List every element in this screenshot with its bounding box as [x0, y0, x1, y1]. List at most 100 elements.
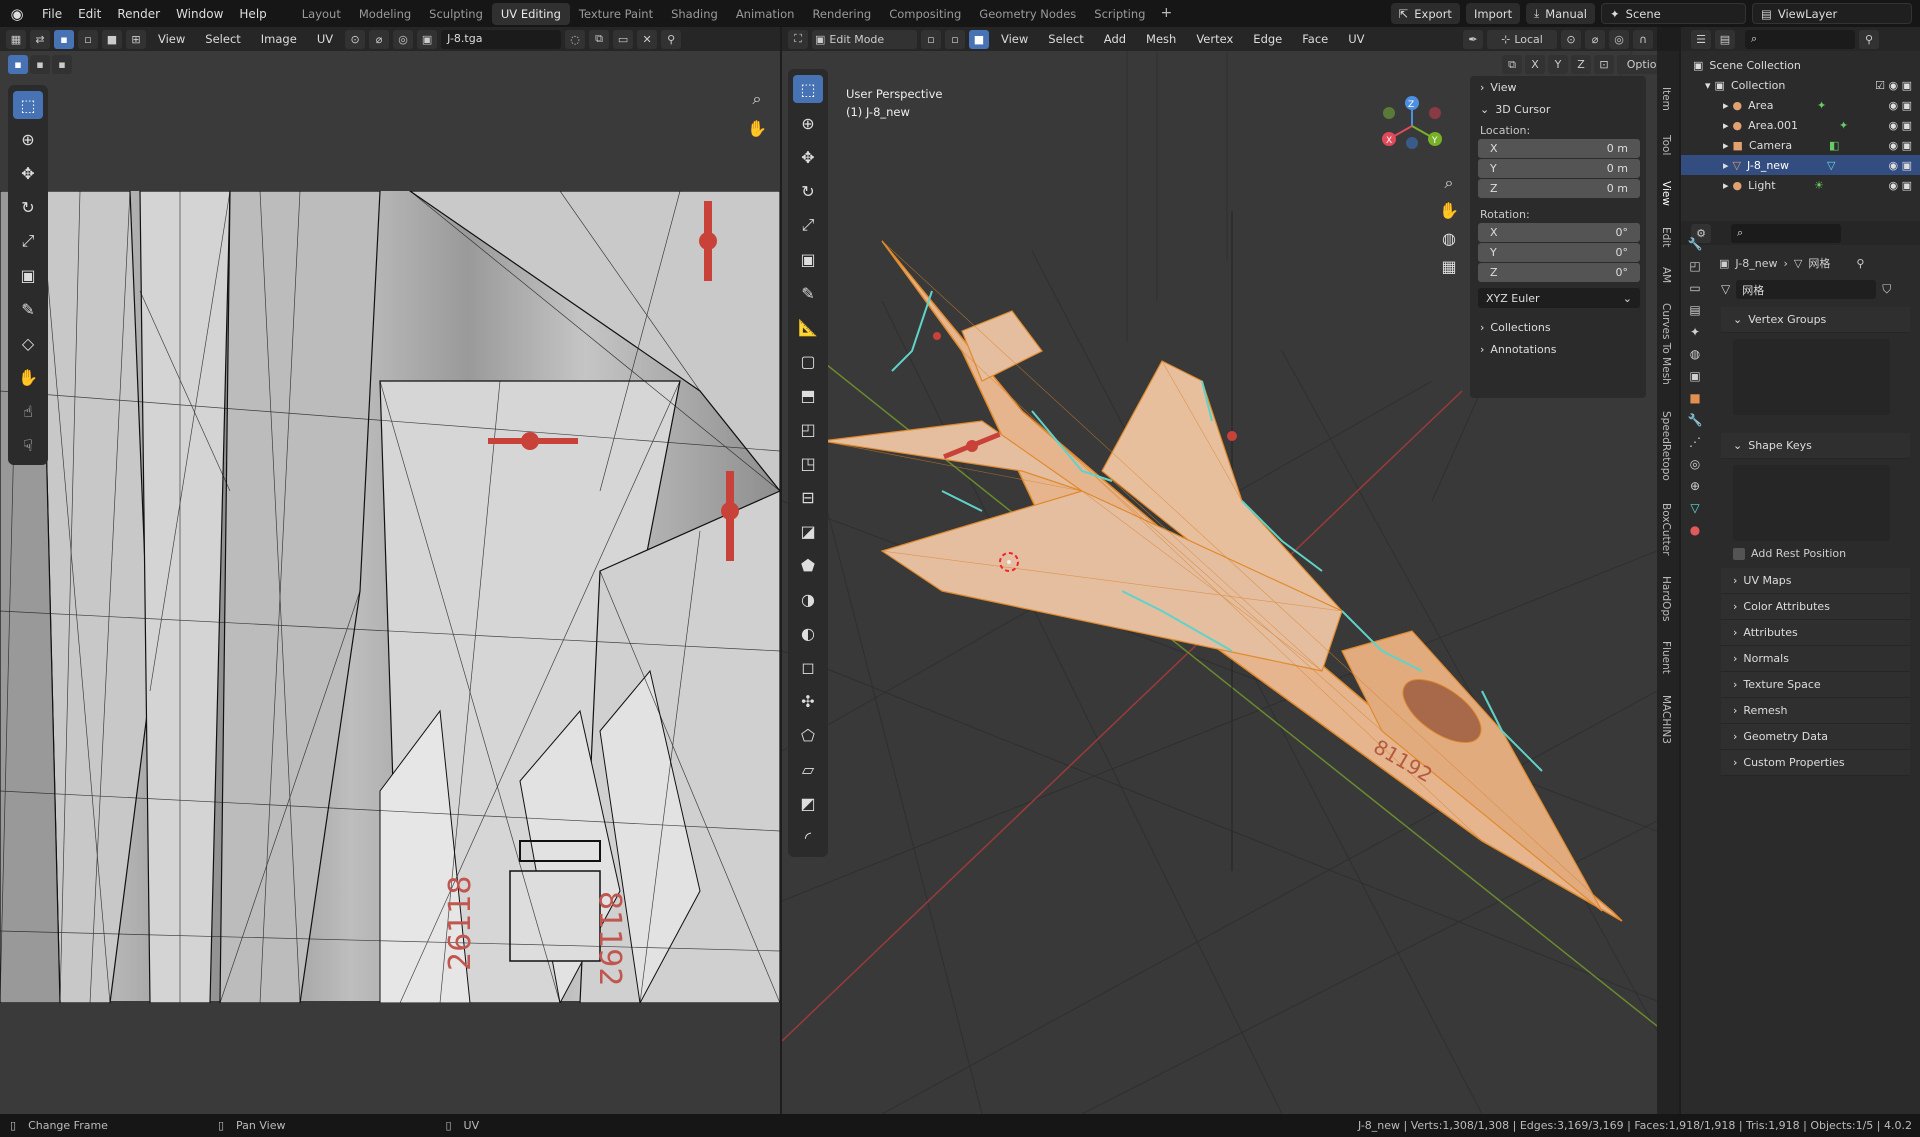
- custom-properties-header[interactable]: › Custom Properties: [1721, 750, 1910, 776]
- vertex-mode-icon[interactable]: ▫: [921, 29, 941, 49]
- select-box-tool-icon[interactable]: ⬚: [13, 91, 43, 119]
- vp-transform-icon[interactable]: ▣: [793, 245, 823, 273]
- vp-knife-icon[interactable]: ◪: [793, 517, 823, 545]
- relax-tool-icon[interactable]: ☝: [13, 397, 43, 425]
- zoom-icon[interactable]: ⌕: [746, 89, 768, 111]
- visibility-icons[interactable]: ◉ ▣: [1889, 139, 1913, 152]
- mirror-y-button[interactable]: Y: [1548, 55, 1568, 74]
- location-y-field[interactable]: Y 0 m: [1478, 159, 1640, 178]
- vp-menu-edge[interactable]: Edge: [1245, 32, 1290, 46]
- vp-annotate-icon[interactable]: ✎: [793, 279, 823, 307]
- vp-smooth-icon[interactable]: ◐: [793, 619, 823, 647]
- vp-grid-icon[interactable]: ▦: [1438, 257, 1460, 279]
- filter-icon[interactable]: ⚲: [1859, 29, 1879, 49]
- menu-render[interactable]: Render: [109, 7, 168, 21]
- tool-tab-icon[interactable]: 🔧: [1688, 237, 1703, 251]
- uv-menu-uv[interactable]: UV: [309, 32, 341, 46]
- export-button[interactable]: ⇱ Export: [1390, 3, 1460, 24]
- vp-scale-icon[interactable]: ⤢: [793, 211, 823, 239]
- viewport-editor-type-icon[interactable]: ⛶: [788, 29, 808, 49]
- fake-user-shield-icon[interactable]: ⛉: [1882, 282, 1891, 297]
- fake-user-icon[interactable]: ◌: [565, 29, 586, 49]
- sticky-select-icon[interactable]: ⊞: [126, 29, 146, 49]
- add-rest-position-checkbox[interactable]: [1733, 547, 1745, 560]
- location-z-field[interactable]: Z 0 m: [1478, 179, 1640, 198]
- vp-edge-slide-icon[interactable]: ◻: [793, 653, 823, 681]
- vp-menu-mesh[interactable]: Mesh: [1138, 32, 1184, 46]
- outliner-item-area-001[interactable]: ▸ ● Area.001 ✦ ◉ ▣: [1681, 115, 1920, 135]
- uv-menu-select[interactable]: Select: [197, 32, 248, 46]
- color-attributes-header[interactable]: › Color Attributes: [1721, 594, 1910, 620]
- import-button[interactable]: Import: [1465, 3, 1521, 24]
- proportional-edit-icon[interactable]: ◎: [393, 29, 414, 49]
- vp-rip-icon[interactable]: ▱: [793, 755, 823, 783]
- vp-measure-icon[interactable]: 📐: [793, 313, 823, 341]
- grab-tool-icon[interactable]: ✋: [13, 363, 43, 391]
- image-browse-icon[interactable]: ▣: [417, 29, 438, 49]
- menu-window[interactable]: Window: [168, 7, 231, 21]
- remesh-header[interactable]: › Remesh: [1721, 698, 1910, 724]
- cursor-panel-header[interactable]: ⌄ 3D Cursor: [1470, 98, 1646, 120]
- annotate-tool-icon[interactable]: ✎: [13, 295, 43, 323]
- edge-select-mode-icon[interactable]: ▫: [78, 29, 98, 49]
- outliner-item-area[interactable]: ▸ ● Area ✦ ◉ ▣: [1681, 95, 1920, 115]
- cursor-tool-icon[interactable]: ⊕: [13, 125, 43, 153]
- vp-menu-uv[interactable]: UV: [1340, 32, 1372, 46]
- outliner-type-icon[interactable]: ☰: [1691, 29, 1711, 49]
- visibility-icons[interactable]: ◉ ▣: [1889, 159, 1913, 172]
- attributes-header[interactable]: › Attributes: [1721, 620, 1910, 646]
- mirror-options-icon[interactable]: ⧉: [1502, 55, 1522, 74]
- tab-scripting[interactable]: Scripting: [1085, 3, 1154, 25]
- vp-poly-build-icon[interactable]: ⬟: [793, 551, 823, 579]
- output-tab-icon[interactable]: ▭: [1689, 281, 1700, 295]
- tab-am[interactable]: AM: [1660, 267, 1672, 283]
- tab-view[interactable]: View: [1660, 181, 1672, 206]
- tab-tool[interactable]: Tool: [1660, 135, 1672, 155]
- vp-menu-view[interactable]: View: [993, 32, 1036, 46]
- tab-speedretopo[interactable]: SpeedRetopo: [1660, 411, 1672, 481]
- vertex-groups-header[interactable]: ⌄ Vertex Groups: [1721, 307, 1910, 333]
- unlink-image-icon[interactable]: ✕: [637, 29, 658, 49]
- image-name-field[interactable]: J-8.tga: [441, 29, 562, 49]
- visibility-icons[interactable]: ◉ ▣: [1889, 179, 1913, 192]
- auto-merge-icon[interactable]: ⊡: [1594, 55, 1614, 74]
- normals-header[interactable]: › Normals: [1721, 646, 1910, 672]
- outliner-item-light[interactable]: ▸ ● Light ☀ ◉ ▣: [1681, 175, 1920, 195]
- pinch-tool-icon[interactable]: ☟: [13, 431, 43, 459]
- tab-boxcutter[interactable]: BoxCutter: [1660, 503, 1672, 556]
- geometry-data-header[interactable]: › Geometry Data: [1721, 724, 1910, 750]
- tab-animation[interactable]: Animation: [727, 3, 804, 25]
- pin-icon[interactable]: ⚲: [661, 29, 682, 49]
- mirror-x-button[interactable]: X: [1525, 55, 1545, 74]
- outliner-search-input[interactable]: ⌕: [1745, 29, 1855, 49]
- mirror-z-button[interactable]: Z: [1571, 55, 1591, 74]
- tab-texture-paint[interactable]: Texture Paint: [570, 3, 662, 25]
- vertex-select-mode-icon[interactable]: ▪: [54, 29, 74, 49]
- uv-editor-area[interactable]: ▪ ▪ ▪ 26118 81192 ⬚ ⊕ ✥ ↻ ⤢ ▣ ✎ ◇ ✋ ☝ ☟ …: [0, 51, 780, 1114]
- outliner-item-camera[interactable]: ▸ ■ Camera ◧ ◉ ▣: [1681, 135, 1920, 155]
- properties-search-input[interactable]: ⌕: [1731, 223, 1841, 243]
- edge-mode-icon[interactable]: ▫: [945, 29, 965, 49]
- collection-row[interactable]: ▾ ▣ Collection ☑ ◉ ▣: [1681, 75, 1920, 95]
- vp-menu-face[interactable]: Face: [1294, 32, 1336, 46]
- menu-file[interactable]: File: [34, 7, 70, 21]
- proportional-icon[interactable]: ◎: [1609, 29, 1629, 49]
- tab-geometry-nodes[interactable]: Geometry Nodes: [970, 3, 1085, 25]
- mesh-name-field[interactable]: 网格: [1736, 279, 1877, 299]
- face-select-mode-icon[interactable]: ■: [102, 29, 122, 49]
- snapping-icon[interactable]: ⌀: [1585, 29, 1605, 49]
- select-new-icon[interactable]: ▪: [8, 55, 28, 74]
- viewlayer-selector[interactable]: ▤ ViewLayer: [1752, 3, 1912, 24]
- tab-fluent[interactable]: Fluent: [1660, 641, 1672, 674]
- menu-help[interactable]: Help: [231, 7, 274, 21]
- tab-hardops[interactable]: HardOps: [1660, 576, 1672, 622]
- vp-shrink-icon[interactable]: ✣: [793, 687, 823, 715]
- vp-loop-cut-icon[interactable]: ⊟: [793, 483, 823, 511]
- vp-zoom-icon[interactable]: ⌕: [1438, 173, 1460, 195]
- vp-menu-add[interactable]: Add: [1096, 32, 1134, 46]
- vp-select-box-icon[interactable]: ⬚: [793, 75, 823, 103]
- vp-cursor-icon[interactable]: ⊕: [793, 109, 823, 137]
- menu-edit[interactable]: Edit: [70, 7, 109, 21]
- outliner-item-j8-new[interactable]: ▸ ▽ J-8_new ▽ ◉ ▣: [1681, 155, 1920, 175]
- new-image-icon[interactable]: ⧉: [589, 29, 610, 49]
